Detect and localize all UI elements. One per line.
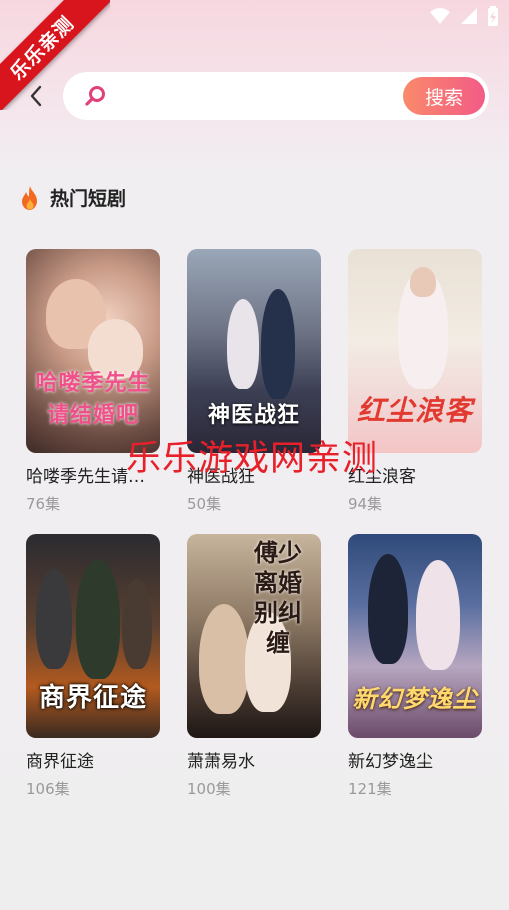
poster-title-art: 商界征途 <box>38 683 147 713</box>
drama-title[interactable]: 红尘浪客 <box>348 462 482 487</box>
drama-title[interactable]: 萧萧易水 <box>187 747 321 772</box>
wifi-icon <box>430 8 450 24</box>
episode-count: 50集 <box>187 495 222 513</box>
drama-card[interactable]: 傅少离婚别纠缠 萧萧易水 100集 <box>187 534 322 799</box>
drama-card[interactable]: 哈喽季先生请结婚吧 哈喽季先生请结婚吧 76集 <box>26 249 161 514</box>
poster-title-art: 神医战狂 <box>207 403 300 428</box>
battery-icon <box>488 6 498 26</box>
episode-count: 76集 <box>26 495 61 513</box>
signal-icon <box>461 8 477 24</box>
drama-title[interactable]: 商界征途 <box>26 747 160 772</box>
chevron-left-icon <box>30 85 42 107</box>
search-icon <box>85 86 105 106</box>
poster-figure <box>36 569 72 669</box>
poster-title-art: 红尘浪客 <box>356 394 473 427</box>
search-header: 搜索 <box>0 70 509 122</box>
poster-figure <box>122 579 152 669</box>
drama-poster[interactable]: 新幻梦逸尘 <box>348 534 482 738</box>
home-indicator <box>0 880 509 910</box>
status-icons <box>429 6 499 26</box>
poster-figure <box>199 604 249 714</box>
episode-count: 94集 <box>348 495 383 513</box>
drama-poster[interactable]: 商界征途 <box>26 534 160 738</box>
section-header: 热门短剧 <box>18 184 126 211</box>
drama-poster[interactable]: 傅少离婚别纠缠 <box>187 534 321 738</box>
poster-figure <box>416 560 460 670</box>
poster-title-art: 傅少离婚别纠缠 <box>254 539 302 657</box>
poster-figure <box>227 299 259 389</box>
drama-title[interactable]: 神医战狂 <box>187 462 321 487</box>
fire-icon <box>22 185 37 210</box>
episode-count: 121集 <box>348 780 392 798</box>
drama-title[interactable]: 新幻梦逸尘 <box>348 747 482 772</box>
search-input[interactable] <box>117 80 401 114</box>
poster-figure <box>410 267 436 297</box>
status-bar <box>0 0 509 34</box>
episode-count: 100集 <box>187 780 231 798</box>
search-box: 搜索 <box>63 72 489 120</box>
section-title: 热门短剧 <box>50 188 127 210</box>
back-button[interactable] <box>22 82 50 110</box>
poster-title-art: 哈喽季先生请结婚吧 <box>35 371 151 428</box>
poster-title-art: 新幻梦逸尘 <box>352 685 478 713</box>
episode-count: 106集 <box>26 780 70 798</box>
drama-poster[interactable]: 神医战狂 <box>187 249 321 453</box>
drama-card[interactable]: 新幻梦逸尘 新幻梦逸尘 121集 <box>348 534 483 799</box>
drama-poster[interactable]: 红尘浪客 <box>348 249 482 453</box>
poster-figure <box>76 559 120 679</box>
search-button[interactable]: 搜索 <box>403 77 485 115</box>
drama-card[interactable]: 商界征途 商界征途 106集 <box>26 534 161 799</box>
drama-poster[interactable]: 哈喽季先生请结婚吧 <box>26 249 160 453</box>
drama-card[interactable]: 红尘浪客 红尘浪客 94集 <box>348 249 483 514</box>
poster-figure <box>368 554 408 664</box>
poster-figure <box>261 289 295 399</box>
drama-card[interactable]: 神医战狂 神医战狂 50集 <box>187 249 322 514</box>
drama-title[interactable]: 哈喽季先生请结婚吧 <box>26 462 160 487</box>
